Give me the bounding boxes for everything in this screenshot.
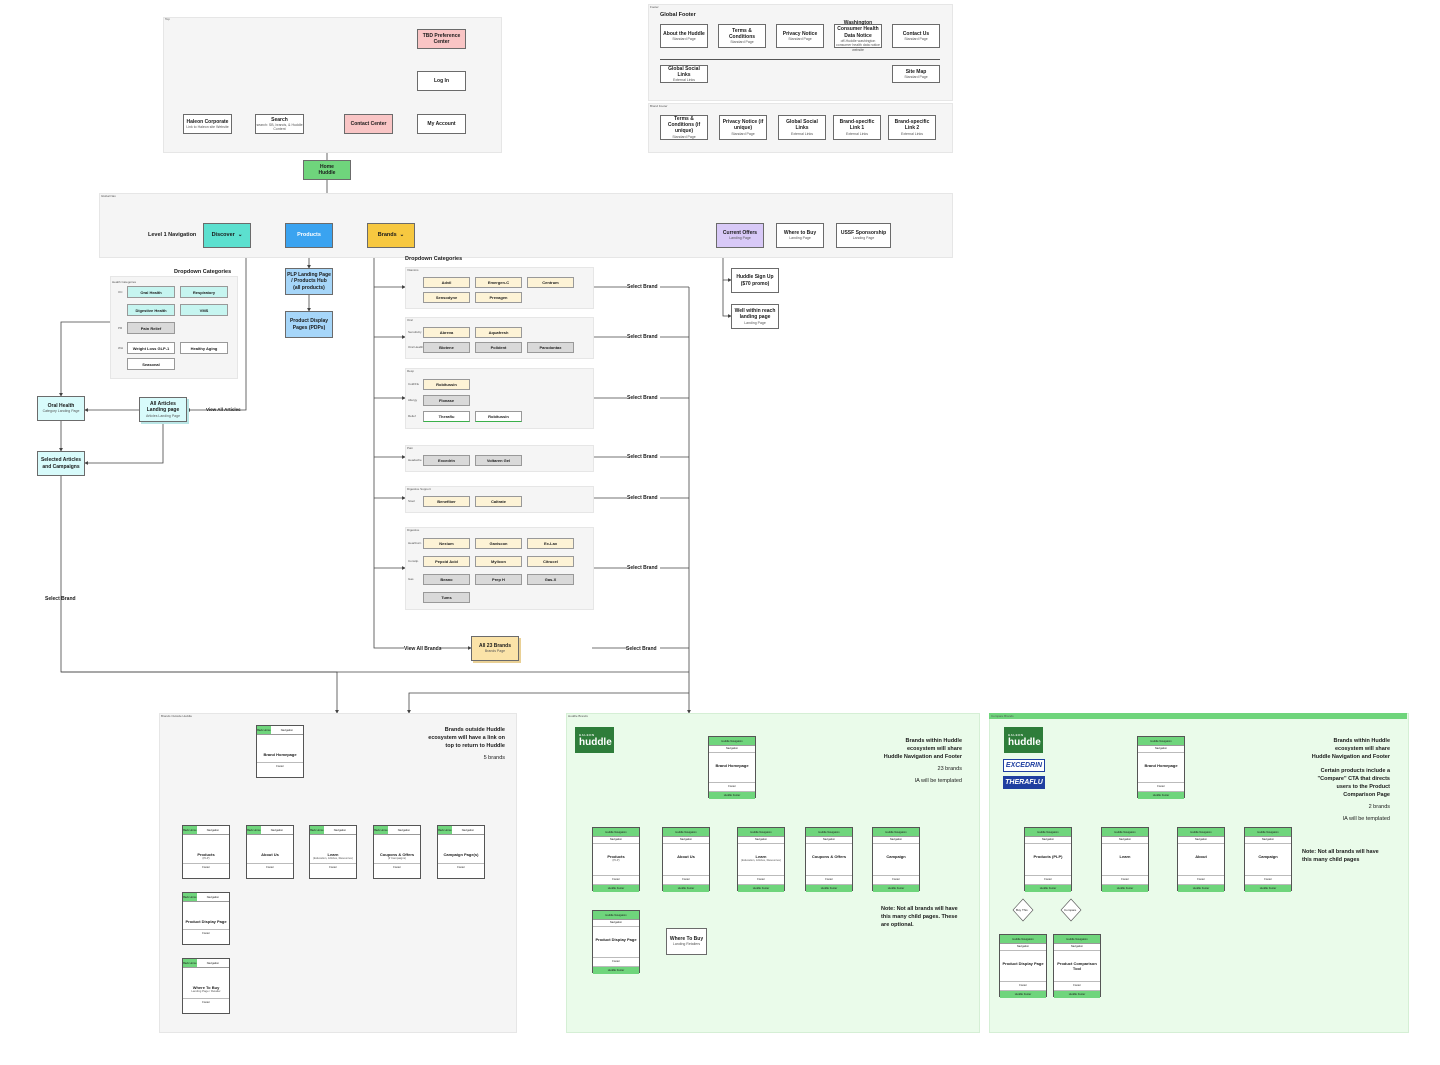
diamond-label-compare: Compare: [1064, 908, 1077, 912]
diamond-label-buy: Buy This: [1016, 908, 1028, 912]
decision-diamonds: [1012, 898, 1082, 922]
sitemap-canvas: Top Haleon Corporate Link to Haleon site…: [0, 0, 1440, 1065]
